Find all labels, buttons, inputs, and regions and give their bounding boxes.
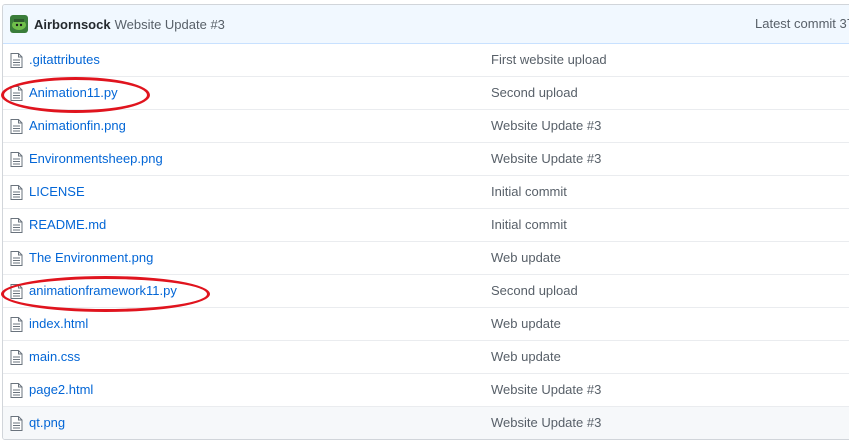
file-link[interactable]: qt.png: [29, 415, 65, 430]
commit-message-link[interactable]: Website Update #3: [115, 17, 225, 32]
file-icon: [10, 284, 23, 299]
file-icon: [10, 53, 23, 68]
commit-message[interactable]: First website upload: [491, 52, 607, 67]
commit-message[interactable]: Initial commit: [491, 184, 567, 199]
commit-message[interactable]: Second upload: [491, 85, 578, 100]
file-link[interactable]: The Environment.png: [29, 250, 153, 265]
table-row: qt.png Website Update #3: [3, 406, 849, 439]
table-row: LICENSE Initial commit: [3, 175, 849, 208]
file-link[interactable]: README.md: [29, 217, 106, 232]
commit-message[interactable]: Website Update #3: [491, 151, 601, 166]
file-icon: [10, 119, 23, 134]
commit-message[interactable]: Website Update #3: [491, 382, 601, 397]
file-icon: [10, 317, 23, 332]
file-icon: [10, 218, 23, 233]
file-link[interactable]: main.css: [29, 349, 80, 364]
table-row: Animation11.py Second upload: [3, 76, 849, 109]
commit-message[interactable]: Website Update #3: [491, 118, 601, 133]
latest-commit-label[interactable]: Latest commit 37: [755, 16, 849, 31]
commit-message[interactable]: Initial commit: [491, 217, 567, 232]
file-link[interactable]: Animationfin.png: [29, 118, 126, 133]
table-row: The Environment.png Web update: [3, 241, 849, 274]
file-browser: Airbornsock Website Update #3 Latest com…: [2, 4, 849, 440]
file-link[interactable]: animationframework11.py: [29, 283, 177, 298]
file-icon: [10, 383, 23, 398]
file-link[interactable]: page2.html: [29, 382, 93, 397]
commit-message[interactable]: Web update: [491, 349, 561, 364]
table-row: Environmentsheep.png Website Update #3: [3, 142, 849, 175]
table-row: README.md Initial commit: [3, 208, 849, 241]
commit-message[interactable]: Second upload: [491, 283, 578, 298]
latest-commit-bar: Airbornsock Website Update #3 Latest com…: [3, 5, 849, 44]
file-link[interactable]: Environmentsheep.png: [29, 151, 163, 166]
commit-message[interactable]: Web update: [491, 316, 561, 331]
table-row: .gitattributes First website upload: [3, 44, 849, 76]
file-icon: [10, 185, 23, 200]
file-icon: [10, 152, 23, 167]
commit-message[interactable]: Website Update #3: [491, 415, 601, 430]
file-link[interactable]: LICENSE: [29, 184, 85, 199]
file-link[interactable]: .gitattributes: [29, 52, 100, 67]
commit-message[interactable]: Web update: [491, 250, 561, 265]
table-row: animationframework11.py Second upload: [3, 274, 849, 307]
file-icon: [10, 251, 23, 266]
file-icon: [10, 350, 23, 365]
avatar[interactable]: [10, 15, 28, 33]
table-row: Animationfin.png Website Update #3: [3, 109, 849, 142]
file-link[interactable]: index.html: [29, 316, 88, 331]
table-row: index.html Web update: [3, 307, 849, 340]
commit-author-link[interactable]: Airbornsock: [34, 17, 111, 32]
file-icon: [10, 86, 23, 101]
file-list: .gitattributes First website upload Animat…: [3, 44, 849, 439]
table-row: main.css Web update: [3, 340, 849, 373]
table-row: page2.html Website Update #3: [3, 373, 849, 406]
file-link[interactable]: Animation11.py: [29, 85, 118, 100]
file-icon: [10, 416, 23, 431]
